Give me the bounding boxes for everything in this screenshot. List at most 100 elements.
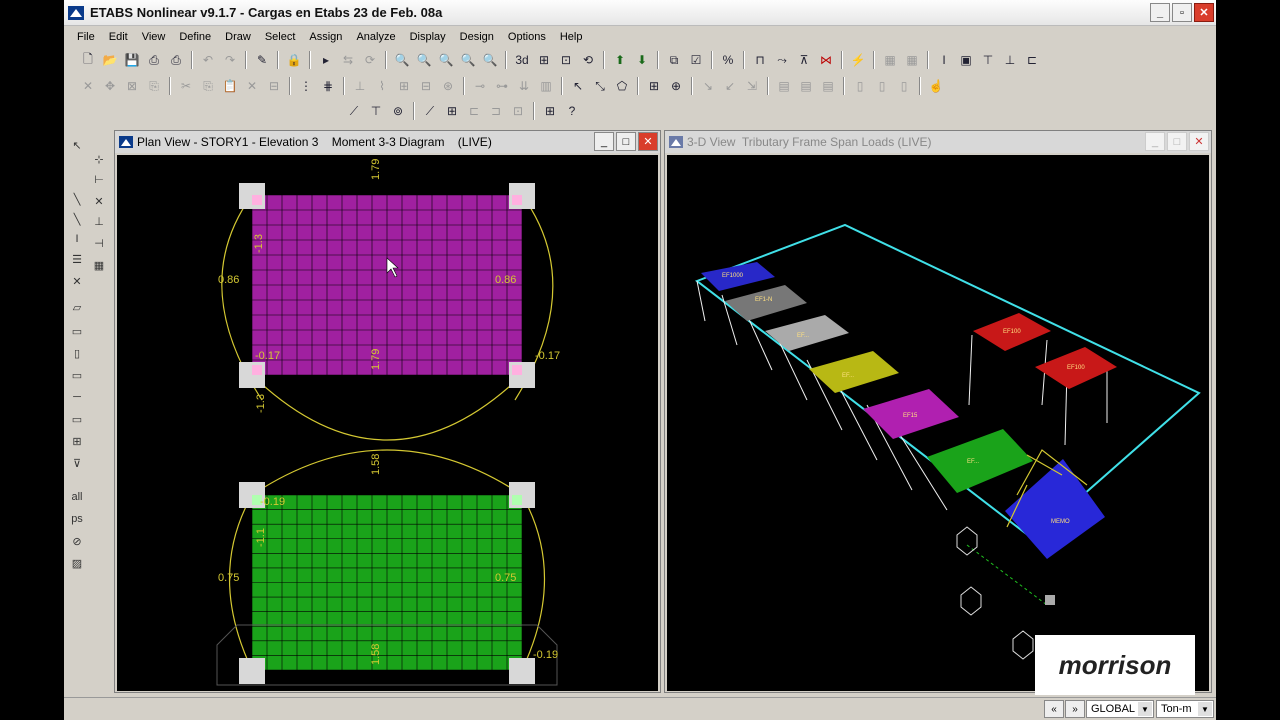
menu-define[interactable]: Define xyxy=(172,31,218,43)
wall-icon[interactable]: ⊥ xyxy=(1000,50,1020,70)
snap-point-icon[interactable]: ⊕ xyxy=(666,76,686,96)
draw-area-icon[interactable]: ⊚ xyxy=(388,101,408,121)
divide-icon[interactable]: ⊟ xyxy=(264,76,284,96)
draw-link-icon[interactable]: ✕ xyxy=(68,272,86,290)
menu-file[interactable]: File xyxy=(70,31,102,43)
rotate-icon[interactable]: ⟲ xyxy=(578,50,598,70)
concrete-design-icon[interactable]: ▦ xyxy=(902,50,922,70)
menu-view[interactable]: View xyxy=(135,31,173,43)
help-icon[interactable]: ? xyxy=(562,101,582,121)
draw-opening-v-icon[interactable]: ▭ xyxy=(68,366,86,384)
status-prev-button[interactable]: « xyxy=(1044,700,1064,718)
set-display-icon[interactable]: ☑ xyxy=(686,50,706,70)
show-deformed-icon[interactable]: ⊼ xyxy=(794,50,814,70)
lock-icon[interactable]: 🔒 xyxy=(284,50,304,70)
percent-icon[interactable]: % xyxy=(718,50,738,70)
reshape-icon[interactable]: ⟋ xyxy=(344,101,364,121)
snap-grid-v-icon[interactable]: ▦ xyxy=(90,256,108,274)
erase-icon[interactable]: ✕ xyxy=(242,76,262,96)
draw-area-v-icon[interactable]: ▱ xyxy=(68,298,86,316)
plan-view-canvas[interactable]: 1.79 1.79 -1.3 0.86 0.86 -0.17 -0.17 -1.… xyxy=(117,155,658,691)
report-icon[interactable]: ▤ xyxy=(818,76,838,96)
section-icon[interactable]: I xyxy=(934,50,954,70)
close-button[interactable]: ✕ xyxy=(1194,3,1214,22)
show-loads-icon[interactable]: ⤳ xyxy=(772,50,792,70)
menu-display[interactable]: Display xyxy=(403,31,453,43)
new-file-icon[interactable]: 🗋 xyxy=(78,50,98,70)
deck-icon[interactable]: ⊏ xyxy=(1022,50,1042,70)
zoom-previous-icon[interactable]: 🔍 xyxy=(480,50,500,70)
move-up-icon[interactable]: ⬆ xyxy=(610,50,630,70)
align-icon[interactable]: ⊠ xyxy=(122,76,142,96)
copy-icon[interactable]: ⎘ xyxy=(198,76,218,96)
zoom-window-icon[interactable]: 🔍 xyxy=(392,50,412,70)
frame-release-icon[interactable]: ⊸ xyxy=(470,76,490,96)
pointer-icon[interactable]: ↖ xyxy=(68,136,86,154)
frame-pdelta-icon[interactable]: ↙ xyxy=(720,76,740,96)
plan-view-icon[interactable]: ⊞ xyxy=(534,50,554,70)
draw-column-v-icon[interactable]: I xyxy=(68,230,86,248)
draw-dimension-icon[interactable]: ⊞ xyxy=(540,101,560,121)
plan-minimize-button[interactable]: _ xyxy=(594,132,614,151)
zoom-full-icon[interactable]: 🔍 xyxy=(414,50,434,70)
plan-maximize-button[interactable]: □ xyxy=(616,132,636,151)
draw-wall-v-icon[interactable]: ▯ xyxy=(68,344,86,362)
print-setup-icon[interactable]: ⎙ xyxy=(166,50,186,70)
3d-view-icon[interactable]: 3d xyxy=(512,50,532,70)
move-icon[interactable]: ✥ xyxy=(100,76,120,96)
draw-slab-icon[interactable]: ▭ xyxy=(68,410,86,428)
cut-icon[interactable]: ✂ xyxy=(176,76,196,96)
status-next-button[interactable]: » xyxy=(1065,700,1085,718)
show-undeformed-icon[interactable]: ⊓ xyxy=(750,50,770,70)
snap-mid-icon[interactable]: ⊣ xyxy=(90,234,108,252)
save-icon[interactable]: 💾 xyxy=(122,50,142,70)
draw-line-icon[interactable]: ⊤ xyxy=(366,101,386,121)
menu-assign[interactable]: Assign xyxy=(302,31,349,43)
snap-end-icon[interactable]: ⊢ xyxy=(90,170,108,188)
mass-icon[interactable]: ⊛ xyxy=(438,76,458,96)
grid-points-icon[interactable]: ⋮ xyxy=(296,76,316,96)
draw-brace-icon[interactable]: ╲ xyxy=(68,210,86,228)
shell-load-icon[interactable]: ⇲ xyxy=(742,76,762,96)
coord-system-select[interactable]: GLOBAL ▼ xyxy=(1086,700,1154,718)
frame-offset-icon[interactable]: ⊶ xyxy=(492,76,512,96)
menu-select[interactable]: Select xyxy=(258,31,303,43)
panel-zone-icon[interactable]: ⊟ xyxy=(416,76,436,96)
load-panel-6[interactable] xyxy=(927,429,1033,493)
3d-close-button[interactable]: ✕ xyxy=(1189,132,1209,151)
snap-grid-icon[interactable]: ⊞ xyxy=(644,76,664,96)
draw-column-icon[interactable]: ⟋ xyxy=(420,101,440,121)
elevation-view-icon[interactable]: ⊡ xyxy=(556,50,576,70)
clear-selection-icon[interactable]: ▨ xyxy=(68,554,86,572)
plan-close-button[interactable]: ✕ xyxy=(638,132,658,151)
load-panel-memo[interactable] xyxy=(1005,459,1105,559)
replicate-icon[interactable]: ⎘ xyxy=(144,76,164,96)
grid-lines-icon[interactable]: ⋕ xyxy=(318,76,338,96)
load-panel-2[interactable] xyxy=(725,285,807,321)
joint-restraint-icon[interactable]: ⊥ xyxy=(350,76,370,96)
menu-design[interactable]: Design xyxy=(453,31,501,43)
pencil-icon[interactable]: ✎ xyxy=(252,50,272,70)
snap-intersect-icon[interactable]: ✕ xyxy=(90,192,108,210)
lightning-icon[interactable]: ⚡ xyxy=(848,50,868,70)
refresh-icon[interactable]: ⟳ xyxy=(360,50,380,70)
frame-section-icon[interactable]: ▣ xyxy=(956,50,976,70)
snap-perp-icon[interactable]: ⊥ xyxy=(90,212,108,230)
select-all-v-icon[interactable]: all xyxy=(68,488,86,506)
print-icon[interactable]: ⎙ xyxy=(144,50,164,70)
diaphragm-icon[interactable]: ⊞ xyxy=(394,76,414,96)
run-analysis-icon[interactable]: ▸ xyxy=(316,50,336,70)
units-select[interactable]: Ton-m ▼ xyxy=(1156,700,1214,718)
draw-rect-icon[interactable]: ▭ xyxy=(68,322,86,340)
select-all-icon[interactable]: ⤡ xyxy=(590,76,610,96)
brace-icon[interactable]: ▯ xyxy=(894,76,914,96)
delete-icon[interactable]: ✕ xyxy=(78,76,98,96)
draw-line-v-icon[interactable]: ─ xyxy=(68,388,86,406)
joint-spring-icon[interactable]: ⌇ xyxy=(372,76,392,96)
select-pointer-icon[interactable]: ↖ xyxy=(568,76,588,96)
menu-draw[interactable]: Draw xyxy=(218,31,258,43)
move-down-icon[interactable]: ⬇ xyxy=(632,50,652,70)
redo-icon[interactable]: ↷ xyxy=(220,50,240,70)
menu-help[interactable]: Help xyxy=(553,31,590,43)
draw-frame-icon[interactable]: ╲ xyxy=(68,190,86,208)
